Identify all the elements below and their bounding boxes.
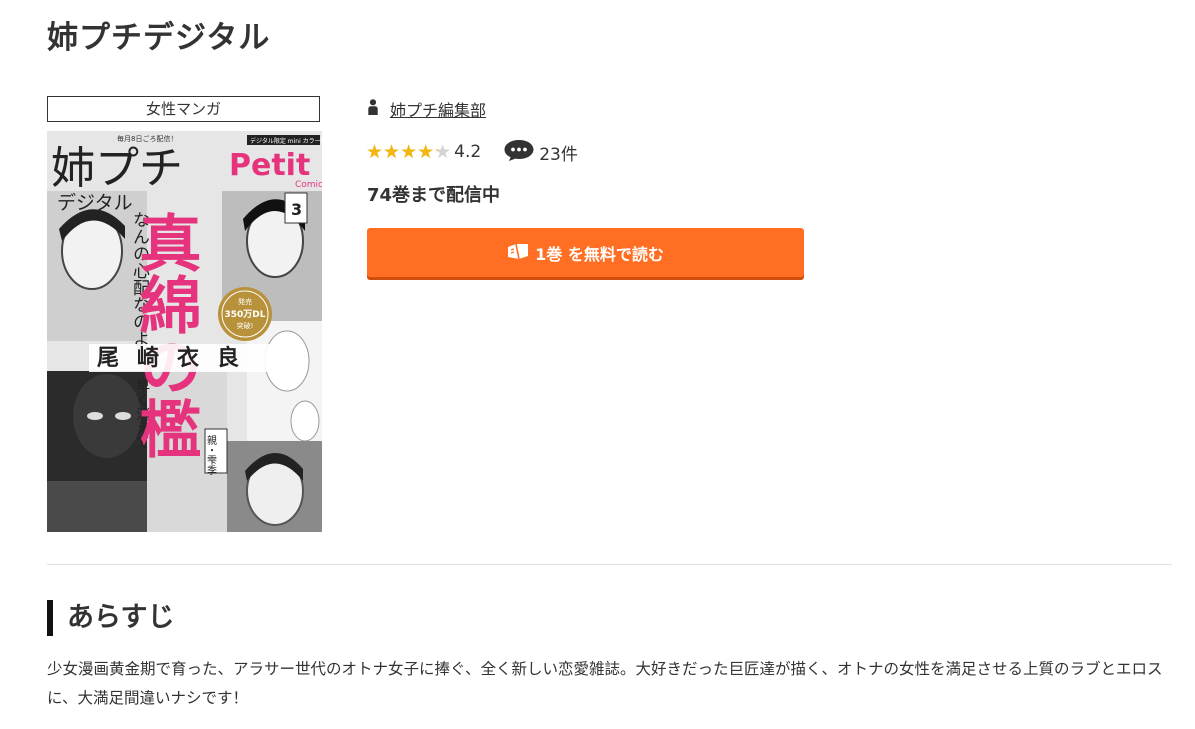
person-icon xyxy=(368,99,378,119)
book-open-icon xyxy=(507,242,529,264)
review-count: 23件 xyxy=(539,144,578,165)
rating-row: ★★★★★ ★★★★★ 4.2 23件 xyxy=(366,138,578,166)
cover-name-tag: 親・雫季 xyxy=(205,434,217,476)
cover-author: 尾崎衣良 xyxy=(97,345,257,371)
page-title: 姉プチデジタル xyxy=(47,20,271,56)
genre-label[interactable]: 女性マンガ xyxy=(47,96,320,122)
synopsis-heading: あらすじ xyxy=(47,600,174,636)
read-free-label: 1巻 を無料で読む xyxy=(535,244,664,264)
cover-logo-sub: Comic xyxy=(295,180,322,190)
cover-seal-line1: 発売 xyxy=(238,297,252,306)
rating-stars: ★★★★★ ★★★★★ xyxy=(366,141,451,163)
volume-status: 74巻まで配信中 xyxy=(367,185,501,206)
cover-masthead: 姉プチ xyxy=(51,143,183,194)
synopsis-text: 少女漫画黄金期で育った、アラサー世代のオトナ女子に捧ぐ、全く新しい恋愛雑誌。大好… xyxy=(47,660,1163,707)
rating-value: 4.2 xyxy=(454,142,482,162)
star-icons-filled: ★★★★★ xyxy=(366,141,438,163)
cover-seal-line2: 350万DL xyxy=(225,309,266,320)
cover-masthead-sub: デジタル xyxy=(57,192,133,214)
read-free-button[interactable]: 1巻 を無料で読む xyxy=(367,228,804,277)
cover-issue: 3 xyxy=(291,200,302,219)
section-divider xyxy=(47,564,1172,565)
cover-illustration: 姉プチ デジタル 毎月8日ごろ配信！ デジタル限定 mini カラー版 付 Pe… xyxy=(47,131,322,532)
review-link[interactable]: 23件 xyxy=(503,138,578,166)
cover-header-note: 毎月8日ごろ配信！ xyxy=(117,134,177,143)
author-link[interactable]: 姉プチ編集部 xyxy=(390,97,486,121)
cover-seal-line3: 突破! xyxy=(237,321,254,330)
cover-logo: Petit xyxy=(229,148,310,183)
cover-badge: デジタル限定 mini カラー版 付 xyxy=(250,137,322,145)
speech-bubble-icon xyxy=(503,138,535,166)
cover-work-title: 真綿の檻 xyxy=(129,211,202,459)
author-row: 姉プチ編集部 xyxy=(368,97,486,121)
cover-image[interactable]: 姉プチ デジタル 毎月8日ごろ配信！ デジタル限定 mini カラー版 付 Pe… xyxy=(47,131,322,532)
